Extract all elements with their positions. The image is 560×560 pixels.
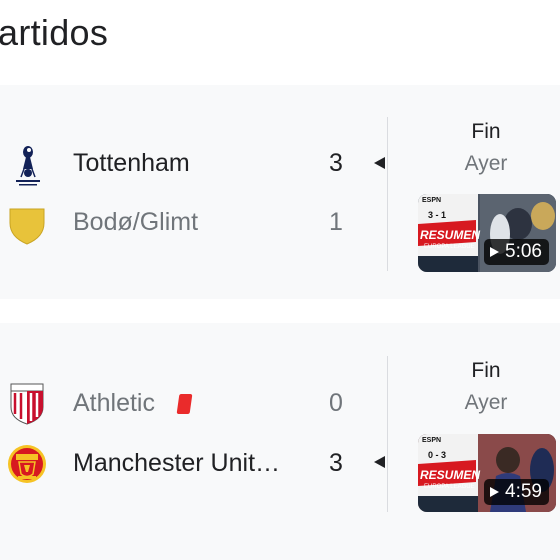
manchester-united-crest-icon xyxy=(8,445,46,483)
highlights-video-thumbnail[interactable]: ESPN 0 - 3 RESUMEN EUROPA LEAGUE 4:59 xyxy=(418,434,556,512)
match-card[interactable]: Tottenham 3 Bodø/Glimt 1 Fin Ayer ESPN 3… xyxy=(0,85,560,299)
video-duration-badge: 4:59 xyxy=(484,479,549,505)
video-subline: EUROPA LEAGUE xyxy=(424,484,475,490)
video-duration-badge: 5:06 xyxy=(484,239,549,265)
play-icon xyxy=(490,487,500,497)
bodo-glimt-crest-icon xyxy=(9,208,45,245)
video-headline: RESUMEN xyxy=(420,228,481,242)
athletic-crest-icon xyxy=(10,383,44,425)
divider xyxy=(387,117,388,271)
match-date: Ayer xyxy=(464,152,508,175)
away-team-name: Bodø/Glimt xyxy=(73,208,199,236)
highlights-video-thumbnail[interactable]: ESPN 3 - 1 RESUMEN EUROPA LEAGUE 5:06 xyxy=(418,194,556,272)
home-team-name: Athletic xyxy=(73,389,155,417)
video-headline: RESUMEN xyxy=(420,468,481,482)
red-card-icon xyxy=(176,394,193,414)
divider xyxy=(387,356,388,512)
match-card[interactable]: Athletic 0 Manchester Unit… 3 Fin Ayer E… xyxy=(0,323,560,560)
section-title: artidos xyxy=(0,12,109,53)
away-team-score: 3 xyxy=(329,449,343,477)
tottenham-crest-icon xyxy=(16,146,40,186)
video-duration: 5:06 xyxy=(505,241,542,262)
video-scoreline: 3 - 1 xyxy=(428,210,447,220)
video-brand: ESPN xyxy=(422,197,442,204)
home-team-score: 0 xyxy=(329,389,343,417)
match-status: Fin xyxy=(471,120,501,143)
video-brand: ESPN xyxy=(422,437,442,444)
match-status: Fin xyxy=(471,359,501,382)
match-date: Ayer xyxy=(464,391,508,414)
away-team-score: 1 xyxy=(329,208,343,236)
video-subline: EUROPA LEAGUE xyxy=(424,244,475,250)
video-scoreline: 0 - 3 xyxy=(428,450,447,460)
home-team-name: Tottenham xyxy=(73,149,190,177)
triangle-left-icon xyxy=(374,456,385,468)
away-team-name: Manchester Unit… xyxy=(73,449,281,477)
home-team-score: 3 xyxy=(329,149,343,177)
triangle-left-icon xyxy=(374,157,385,169)
play-icon xyxy=(490,247,500,257)
video-duration: 4:59 xyxy=(505,481,542,502)
